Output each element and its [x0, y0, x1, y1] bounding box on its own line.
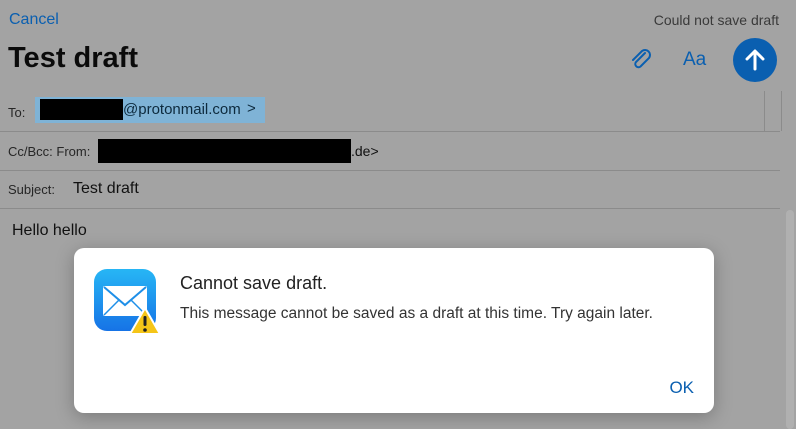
redaction-bar: [40, 99, 123, 120]
recipient-domain: @protonmail.com: [123, 101, 241, 118]
cc-bcc-from-label: Cc/Bcc: From:: [8, 144, 91, 159]
chevron-right-icon: >: [247, 100, 256, 117]
arrow-up-icon: [745, 49, 765, 71]
dialog-message: This message cannot be saved as a draft …: [180, 305, 653, 322]
dialog-title: Cannot save draft.: [180, 273, 328, 293]
to-field-scrollbar[interactable]: [764, 91, 782, 131]
body-scrollbar[interactable]: [786, 210, 794, 429]
warning-icon: [129, 307, 161, 335]
format-text-button[interactable]: Aa: [683, 49, 706, 71]
subject-field[interactable]: Test draft: [73, 180, 139, 198]
message-body[interactable]: Hello hello: [12, 222, 87, 240]
draft-title: Test draft: [8, 42, 138, 74]
redaction-bar: [98, 139, 351, 163]
subject-label: Subject:: [8, 182, 55, 197]
ok-button[interactable]: OK: [669, 378, 694, 398]
from-address-tail: .de>: [351, 143, 379, 159]
paperclip-icon[interactable]: [628, 47, 654, 73]
save-status-text: Could not save draft: [653, 12, 779, 28]
alert-dialog: Cannot save draft. This message cannot b…: [74, 248, 714, 413]
cancel-button[interactable]: Cancel: [9, 11, 59, 29]
send-button[interactable]: [733, 38, 777, 82]
to-label: To:: [8, 105, 26, 120]
